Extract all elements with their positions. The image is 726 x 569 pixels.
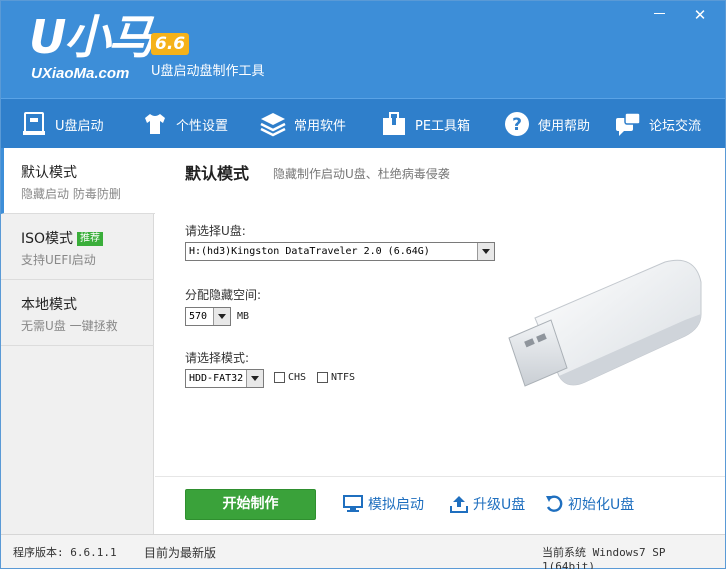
start-make-button[interactable]: 开始制作 bbox=[185, 489, 316, 520]
toolbar-label: 使用帮助 bbox=[538, 118, 591, 134]
chevron-down-icon[interactable] bbox=[246, 370, 263, 387]
hidden-space-label: 分配隐藏空间: bbox=[185, 288, 262, 302]
main-toolbar: U盘启动 个性设置 常用软件 PE工具箱 ? 使用帮助 论坛交流 bbox=[1, 98, 725, 148]
recommended-badge: 推荐 bbox=[77, 232, 104, 246]
chevron-down-icon[interactable] bbox=[213, 308, 230, 325]
chs-checkbox[interactable]: CHS bbox=[274, 372, 306, 383]
upgrade-usb-button[interactable]: 升级U盘 bbox=[450, 492, 525, 516]
partition-mode-value: HDD-FAT32 bbox=[189, 373, 244, 384]
toolbar-item-personalize[interactable]: 个性设置 bbox=[142, 99, 228, 149]
ntfs-checkbox[interactable]: NTFS bbox=[317, 372, 355, 383]
app-tagline: U盘启动盘制作工具 bbox=[151, 64, 265, 79]
ntfs-label: NTFS bbox=[331, 372, 356, 383]
toolbar-item-forum[interactable]: 论坛交流 bbox=[615, 99, 701, 149]
logo-site: UXiaoMa.com bbox=[31, 65, 130, 82]
chat-icon bbox=[615, 111, 641, 137]
toolbar-item-help[interactable]: ? 使用帮助 bbox=[504, 99, 590, 149]
minimize-icon bbox=[653, 13, 665, 14]
mode-title: 默认模式 bbox=[21, 165, 77, 181]
close-button[interactable]: ✕ bbox=[685, 5, 715, 27]
mode-title: ISO模式 bbox=[21, 231, 74, 247]
usb-drive-icon bbox=[21, 111, 47, 137]
main-panel: 默认模式 隐藏制作启动U盘、杜绝病毒侵袭 请选择U盘: H:(hd3)Kings… bbox=[155, 148, 725, 534]
minimize-button[interactable] bbox=[644, 5, 674, 27]
logo: U小马 6.6 UXiaoMa.com U盘启动盘制作工具 bbox=[29, 9, 289, 89]
select-mode-label: 请选择模式: bbox=[185, 351, 250, 365]
sidebar-item-iso-mode[interactable]: ISO模式 推荐 支持UEFI启动 bbox=[1, 214, 154, 280]
header: U小马 6.6 UXiaoMa.com U盘启动盘制作工具 ✕ bbox=[1, 1, 725, 98]
svg-text:?: ? bbox=[512, 115, 522, 135]
hidden-space-select[interactable]: 570 bbox=[185, 307, 231, 326]
update-status: 目前为最新版 bbox=[144, 546, 217, 560]
help-icon: ? bbox=[504, 111, 530, 137]
checkbox-box[interactable] bbox=[317, 372, 328, 383]
hidden-space-value: 570 bbox=[189, 311, 208, 322]
sidebar-item-default-mode[interactable]: 默认模式 隐藏启动 防毒防删 bbox=[1, 148, 155, 214]
upgrade-usb-label: 升级U盘 bbox=[473, 497, 526, 513]
app-window: U小马 6.6 UXiaoMa.com U盘启动盘制作工具 ✕ U盘启动 个性设… bbox=[0, 0, 726, 569]
usb-drive-illustration bbox=[495, 258, 705, 408]
simulate-boot-button[interactable]: 模拟启动 bbox=[343, 492, 424, 516]
toolbar-label: 个性设置 bbox=[176, 118, 229, 134]
chevron-down-icon[interactable] bbox=[477, 243, 494, 260]
init-usb-button[interactable]: 初始化U盘 bbox=[545, 492, 634, 516]
mode-title: 本地模式 bbox=[21, 297, 77, 313]
select-usb-label: 请选择U盘: bbox=[185, 224, 246, 238]
init-usb-label: 初始化U盘 bbox=[568, 497, 635, 513]
mode-sidebar: 默认模式 隐藏启动 防毒防删 ISO模式 推荐 支持UEFI启动 本地模式 无需U… bbox=[1, 148, 155, 534]
mode-subtitle: 无需U盘 一键拯救 bbox=[21, 319, 118, 333]
page-title: 默认模式 bbox=[185, 164, 250, 183]
hidden-space-unit: MB bbox=[237, 311, 250, 322]
toolbox-icon bbox=[381, 111, 407, 137]
tshirt-icon bbox=[142, 111, 168, 137]
close-icon: ✕ bbox=[693, 6, 707, 24]
layers-icon bbox=[260, 111, 286, 137]
toolbar-item-usb-boot[interactable]: U盘启动 bbox=[21, 99, 104, 149]
simulate-boot-label: 模拟启动 bbox=[368, 497, 424, 513]
usb-drive-select[interactable]: H:(hd3)Kingston DataTraveler 2.0 (6.64G) bbox=[185, 242, 495, 261]
mode-subtitle: 支持UEFI启动 bbox=[21, 253, 96, 267]
page-subtitle: 隐藏制作启动U盘、杜绝病毒侵袭 bbox=[273, 167, 450, 181]
partition-mode-select[interactable]: HDD-FAT32 bbox=[185, 369, 264, 388]
version-badge: 6.6 bbox=[151, 33, 190, 55]
system-info: 当前系统 Windows7 SP 1(64bit) bbox=[542, 546, 666, 569]
refresh-icon bbox=[546, 495, 563, 512]
program-version: 程序版本: 6.6.1.1 bbox=[13, 546, 117, 559]
status-bar: 程序版本: 6.6.1.1 目前为最新版 当前系统 Windows7 SP 1(… bbox=[1, 534, 725, 569]
logo-text: U小马 bbox=[29, 10, 154, 64]
toolbar-label: U盘启动 bbox=[55, 118, 104, 134]
toolbar-item-software[interactable]: 常用软件 bbox=[260, 99, 346, 149]
mode-subtitle: 隐藏启动 防毒防删 bbox=[21, 187, 121, 201]
usb-drive-value: H:(hd3)Kingston DataTraveler 2.0 (6.64G) bbox=[189, 246, 430, 257]
sidebar-item-local-mode[interactable]: 本地模式 无需U盘 一键拯救 bbox=[1, 280, 154, 346]
chs-label: CHS bbox=[288, 372, 307, 383]
divider bbox=[155, 476, 725, 477]
checkbox-box[interactable] bbox=[274, 372, 285, 383]
toolbar-label: 常用软件 bbox=[294, 118, 347, 134]
toolbar-label: PE工具箱 bbox=[415, 118, 471, 134]
toolbar-label: 论坛交流 bbox=[649, 118, 702, 134]
upload-icon bbox=[450, 496, 468, 513]
monitor-icon bbox=[343, 495, 363, 512]
toolbar-item-pe-toolbox[interactable]: PE工具箱 bbox=[381, 99, 470, 149]
